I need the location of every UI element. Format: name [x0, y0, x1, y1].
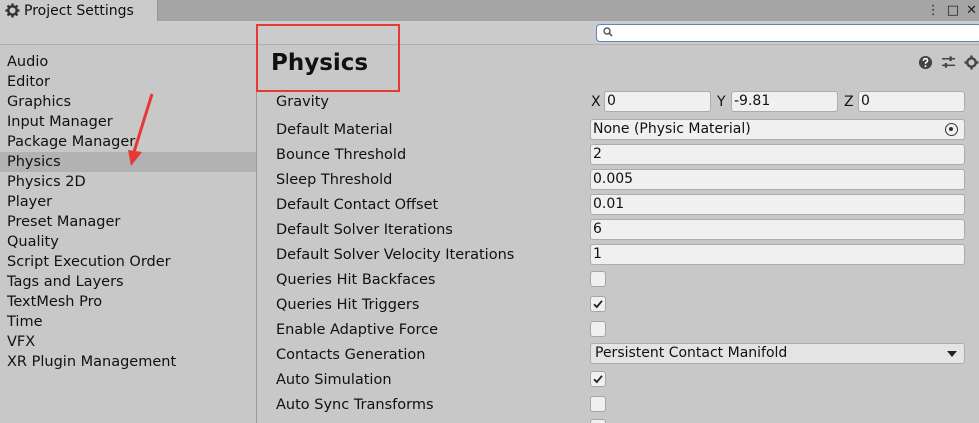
default-solver-iterations-field[interactable]: 6	[590, 219, 965, 240]
physics-settings-panel: Physics Gravity X 0 Y -9.81 Z 0 Default …	[258, 45, 979, 423]
maximize-icon[interactable]: □	[947, 4, 959, 17]
gravity-z-label: Z	[844, 94, 854, 110]
default-solver-velocity-iterations-label: Default Solver Velocity Iterations	[276, 247, 515, 263]
chevron-down-icon	[947, 351, 957, 357]
gear-icon[interactable]	[964, 55, 979, 70]
bounce-threshold-field[interactable]: 2	[590, 144, 965, 165]
header-actions	[918, 55, 979, 70]
sidebar-item-textmesh-pro[interactable]: TextMesh Pro	[0, 292, 256, 312]
enable-adaptive-force-label: Enable Adaptive Force	[276, 322, 439, 338]
tab-title: Project Settings	[24, 2, 134, 19]
auto-sync-transforms-checkbox[interactable]	[590, 396, 606, 412]
menu-icon[interactable]: ⋮	[927, 4, 940, 17]
object-picker-icon[interactable]	[945, 123, 958, 136]
sidebar-item-preset-manager[interactable]: Preset Manager	[0, 212, 256, 232]
contacts-generation-dropdown[interactable]: Persistent Contact Manifold	[590, 343, 965, 364]
search-icon	[603, 27, 613, 37]
sleep-threshold-field[interactable]: 0.005	[590, 169, 965, 190]
close-icon[interactable]: ✕	[966, 4, 977, 17]
sidebar-item-script-execution-order[interactable]: Script Execution Order	[0, 252, 256, 272]
default-solver-iterations-label: Default Solver Iterations	[276, 222, 453, 238]
help-icon[interactable]	[918, 55, 933, 70]
sidebar-item-tags-and-layers[interactable]: Tags and Layers	[0, 272, 256, 292]
gravity-z-field[interactable]: 0	[858, 91, 965, 112]
gravity-x-label: X	[591, 94, 601, 110]
queries-hit-backfaces-checkbox[interactable]	[590, 271, 606, 287]
auto-simulation-label: Auto Simulation	[276, 372, 392, 388]
default-contact-offset-label: Default Contact Offset	[276, 197, 439, 213]
toolbar	[0, 21, 979, 45]
project-settings-tab[interactable]: Project Settings	[0, 0, 158, 21]
sleep-threshold-label: Sleep Threshold	[276, 172, 393, 188]
preset-sliders-icon[interactable]	[941, 55, 956, 70]
sidebar-item-quality[interactable]: Quality	[0, 232, 256, 252]
gravity-y-field[interactable]: -9.81	[731, 91, 838, 112]
gravity-label: Gravity	[276, 94, 329, 110]
sidebar-item-player[interactable]: Player	[0, 192, 256, 212]
default-solver-velocity-iterations-field[interactable]: 1	[590, 244, 965, 265]
contacts-generation-value: Persistent Contact Manifold	[595, 345, 788, 361]
search-input[interactable]	[596, 24, 979, 42]
checkmark-icon	[593, 375, 603, 384]
queries-hit-backfaces-label: Queries Hit Backfaces	[276, 272, 436, 288]
sidebar-item-physics-2d[interactable]: Physics 2D	[0, 172, 256, 192]
title-bar: Project Settings ⋮ □ ✕	[0, 0, 979, 21]
sidebar-item-input-manager[interactable]: Input Manager	[0, 112, 256, 132]
page-title: Physics	[271, 50, 369, 76]
checkmark-icon	[593, 300, 603, 309]
default-material-field[interactable]: None (Physic Material)	[590, 119, 965, 140]
default-contact-offset-field[interactable]: 0.01	[590, 194, 965, 215]
default-material-value: None (Physic Material)	[593, 121, 751, 137]
sidebar-item-time[interactable]: Time	[0, 312, 256, 332]
sidebar-item-package-manager[interactable]: Package Manager	[0, 132, 256, 152]
gravity-y-label: Y	[717, 94, 726, 110]
sidebar-item-editor[interactable]: Editor	[0, 72, 256, 92]
auto-simulation-checkbox[interactable]	[590, 371, 606, 387]
default-material-label: Default Material	[276, 122, 393, 138]
settings-sidebar: Audio Editor Graphics Input Manager Pack…	[0, 45, 257, 423]
auto-sync-transforms-label: Auto Sync Transforms	[276, 397, 434, 413]
gear-icon	[5, 3, 20, 18]
gravity-x-field[interactable]: 0	[604, 91, 711, 112]
sidebar-item-vfx[interactable]: VFX	[0, 332, 256, 352]
next-row-checkbox[interactable]	[590, 419, 606, 423]
bounce-threshold-label: Bounce Threshold	[276, 147, 407, 163]
window-controls: ⋮ □ ✕	[927, 0, 979, 21]
queries-hit-triggers-label: Queries Hit Triggers	[276, 297, 420, 313]
sidebar-item-physics[interactable]: Physics	[0, 152, 256, 172]
queries-hit-triggers-checkbox[interactable]	[590, 296, 606, 312]
sidebar-item-xr-plugin-management[interactable]: XR Plugin Management	[0, 352, 256, 372]
contacts-generation-label: Contacts Generation	[276, 347, 426, 363]
sidebar-item-audio[interactable]: Audio	[0, 52, 256, 72]
sidebar-item-graphics[interactable]: Graphics	[0, 92, 256, 112]
enable-adaptive-force-checkbox[interactable]	[590, 321, 606, 337]
